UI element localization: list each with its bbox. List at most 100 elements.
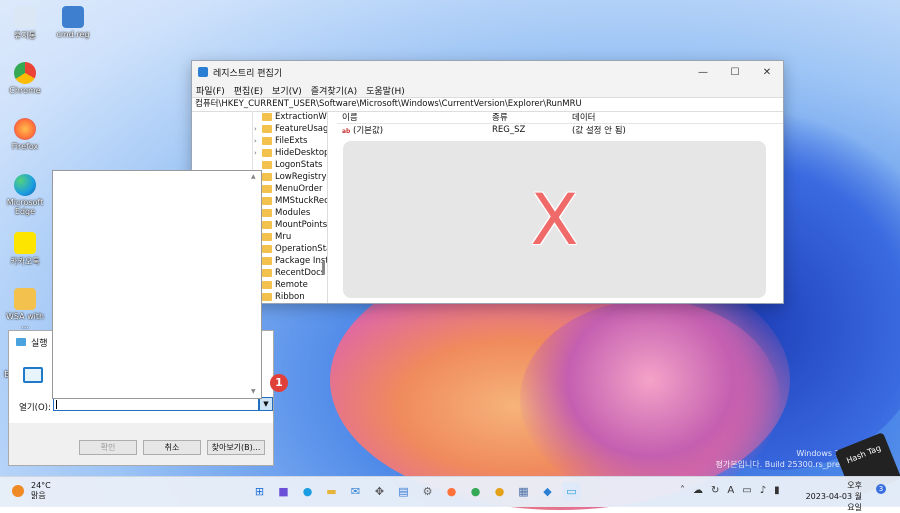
desktop-icon-firefox[interactable]: Firefox	[3, 118, 47, 151]
chevron-up-icon[interactable]: ˄	[680, 485, 685, 496]
step-number-badge: 1	[270, 374, 288, 392]
run-icon[interactable]: ▭	[562, 482, 581, 501]
registry-icon[interactable]: ◆	[538, 482, 557, 501]
sync-icon[interactable]: ↻	[711, 485, 719, 496]
browse-button[interactable]: 찾아보기(B)...	[207, 440, 265, 455]
tree-item[interactable]: ExtractionWi	[254, 111, 328, 123]
ok-button[interactable]: 확인	[79, 440, 137, 455]
value-type: REG_SZ	[492, 125, 526, 135]
minimize-icon[interactable]: —	[687, 67, 719, 78]
scroll-down-icon[interactable]: ▼	[251, 388, 256, 395]
chat-icon[interactable]: ■	[274, 482, 293, 501]
run-history-dropdown[interactable]: ▲ ▼	[52, 170, 262, 399]
value-name: (기본값)	[353, 126, 384, 136]
network-icon[interactable]: ▭	[742, 485, 751, 496]
tree-item[interactable]: MMStuckRec	[254, 195, 327, 207]
chevron-right-icon[interactable]: ›	[254, 125, 262, 133]
chevron-down-icon[interactable]: ▼	[259, 397, 273, 411]
value-data: (값 설정 안 됨)	[572, 126, 626, 136]
tree-item[interactable]: ›RecentDocs	[254, 267, 325, 279]
tree-item[interactable]: › FileExts	[254, 135, 307, 147]
battery-icon[interactable]: ▮	[774, 485, 780, 496]
cloud-icon[interactable]: ☁	[693, 485, 703, 496]
table-row[interactable]: ab (기본값) REG_SZ (값 설정 안 됨)	[337, 124, 783, 136]
menu-file[interactable]: 파일(F)	[196, 84, 225, 97]
notepad-icon[interactable]: ▤	[394, 482, 413, 501]
scroll-up-icon[interactable]: ▲	[251, 173, 256, 180]
desktop-icon-cmd-reg[interactable]: cmd.reg	[51, 6, 95, 39]
tree-item[interactable]: › HideDesktop	[254, 147, 327, 159]
folder-icon	[262, 221, 272, 229]
run-dialog-title: 실행	[31, 338, 48, 349]
desktop-icon-label: cmd.reg	[56, 30, 90, 39]
volume-icon[interactable]: ♪	[760, 485, 766, 496]
registry-editor-window: 레지스트리 편집기 — ☐ ✕ 파일(F) 편집(E) 보기(V) 즐겨찾기(A…	[191, 60, 784, 304]
tree-item[interactable]: Remote	[254, 279, 308, 291]
desktop-icon-kakaotalk[interactable]: 카카오톡	[3, 232, 47, 267]
tree-item[interactable]: ›Package Inst	[254, 255, 327, 267]
string-value-icon: ab	[342, 128, 351, 135]
tree-item[interactable]: › FeatureUsage	[254, 123, 328, 135]
folder-icon	[262, 245, 272, 253]
clock-date: 2023-04-03 월요일	[805, 492, 862, 512]
edge-icon[interactable]: ●	[298, 482, 317, 501]
settings-icon[interactable]: ⚙	[418, 482, 437, 501]
font-icon[interactable]: A	[727, 485, 734, 496]
run-dialog-buttons: 확인 취소 찾아보기(B)...	[79, 440, 265, 455]
chevron-right-icon[interactable]: ›	[254, 137, 262, 145]
chrome-icon[interactable]: ●	[466, 482, 485, 501]
title-bar[interactable]: 레지스트리 편집기 — ☐ ✕	[192, 61, 783, 83]
close-icon[interactable]: ✕	[751, 67, 783, 78]
tree-item[interactable]: LogonStats	[254, 159, 322, 171]
chrome-canary-icon[interactable]: ●	[490, 482, 509, 501]
menu-view[interactable]: 보기(V)	[272, 84, 302, 97]
desktop-icon-edge[interactable]: Microsoft Edge	[3, 174, 47, 216]
tree-item-label: FeatureUsage	[275, 124, 328, 134]
tree-item-label: Modules	[275, 208, 311, 218]
tree-item-label: Ribbon	[275, 292, 305, 302]
open-label: 열기(O):	[19, 403, 51, 413]
column-header-type[interactable]: 종류	[492, 111, 572, 123]
column-header-name[interactable]: 이름	[337, 111, 492, 123]
desktop-icon-recycle-bin[interactable]: 휴지통	[3, 6, 47, 41]
folder-icon	[262, 125, 272, 133]
menu-help[interactable]: 도움말(H)	[366, 84, 405, 97]
desktop-icon-chrome[interactable]: Chrome	[3, 62, 47, 95]
weather-condition: 맑음	[31, 491, 46, 500]
text-caret	[56, 400, 57, 409]
clock[interactable]: 오후 2023-04-03 월요일	[804, 480, 862, 513]
tree-item-label: ExtractionWi	[275, 112, 328, 122]
calculator-icon[interactable]: ▦	[514, 482, 533, 501]
tree-item-label: LowRegistry	[275, 172, 327, 182]
dropdown-scrollbar[interactable]: ▲ ▼	[251, 173, 259, 395]
tree-item[interactable]: ›LowRegistry	[254, 171, 327, 183]
firefox-icon[interactable]: ●	[442, 482, 461, 501]
tree-item[interactable]: OperationSta	[254, 243, 327, 255]
folder-icon	[262, 185, 272, 193]
watermark-line-2: 평가본입니다. Build 25300.rs_prerelea	[715, 460, 860, 469]
desktop-icon-label: 카카오톡	[10, 257, 40, 266]
file-explorer-icon[interactable]: ▬	[322, 482, 341, 501]
folder-icon	[262, 113, 272, 121]
move-icon[interactable]: ✥	[370, 482, 389, 501]
open-input[interactable]	[53, 397, 259, 411]
menu-favorites[interactable]: 즐겨찾기(A)	[311, 84, 357, 97]
hashtag-logo-text: Hash Tag	[845, 443, 883, 466]
system-tray: ˄ ☁ ↻ A ▭ ♪ ▮	[680, 485, 780, 496]
address-bar[interactable]: 컴퓨터\HKEY_CURRENT_USER\Software\Microsoft…	[192, 97, 783, 112]
desktop-icon-wsa-folder[interactable]: WSA with ...	[3, 288, 47, 330]
chevron-right-icon[interactable]: ›	[254, 149, 262, 157]
weather-widget[interactable]: 24°C 맑음	[12, 481, 51, 501]
tree-item[interactable]: ›MenuOrder	[254, 183, 323, 195]
notification-badge[interactable]: 3	[876, 484, 886, 494]
cancel-button[interactable]: 취소	[143, 440, 201, 455]
run-app-icon	[16, 338, 26, 346]
tree-item[interactable]: Modules	[254, 207, 310, 219]
maximize-icon[interactable]: ☐	[719, 67, 751, 78]
column-header-data[interactable]: 데이터	[572, 111, 783, 123]
tree-scrollbar[interactable]	[322, 261, 325, 275]
menu-edit[interactable]: 편집(E)	[234, 84, 263, 97]
tree-item[interactable]: ›MountPoints	[254, 219, 327, 231]
start-icon[interactable]: ⊞	[250, 482, 269, 501]
mail-icon[interactable]: ✉	[346, 482, 365, 501]
